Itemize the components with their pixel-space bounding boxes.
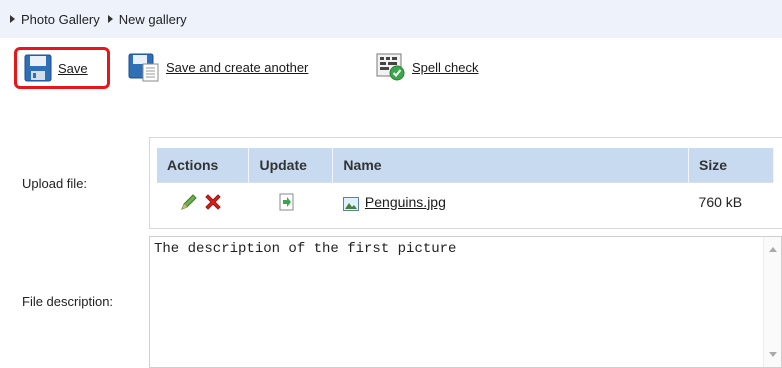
toolbar: Save Save and create another Spell check (0, 38, 782, 106)
save-and-create-another-label: Save and create another (166, 59, 309, 75)
table-row: Penguins.jpg 760 kB (157, 181, 774, 222)
files-table: Actions Update Name Size Penguins.jpg 76… (157, 148, 774, 222)
delete-x-icon[interactable] (203, 192, 223, 212)
upload-file-label: Upload file: (22, 176, 88, 191)
file-description-box: The description of the first picture (149, 236, 782, 368)
save-button-label: Save (58, 60, 88, 76)
floppy-disk-icon (24, 54, 52, 82)
file-description-textarea[interactable]: The description of the first picture (150, 237, 765, 367)
table-header-row: Actions Update Name Size (157, 148, 774, 182)
breadcrumb: Photo Gallery New gallery (0, 0, 782, 38)
column-header-update: Update (248, 148, 334, 182)
breadcrumb-label: New gallery (118, 11, 187, 27)
actions-cell (157, 181, 249, 222)
file-description-label: File description: (22, 294, 114, 309)
breadcrumb-label: Photo Gallery (21, 11, 100, 27)
edit-pencil-icon[interactable] (179, 192, 199, 212)
column-header-size: Size (688, 148, 774, 182)
name-cell: Penguins.jpg (332, 181, 689, 222)
size-cell: 760 kB (688, 181, 774, 222)
update-file-icon[interactable] (279, 193, 295, 211)
breadcrumb-item-new-gallery: New gallery (107, 11, 187, 27)
save-button[interactable]: Save (14, 47, 110, 89)
triangle-right-icon (10, 15, 15, 23)
file-name-link[interactable]: Penguins.jpg (365, 194, 446, 210)
description-scrollbar[interactable] (763, 237, 781, 367)
save-and-create-another-button[interactable]: Save and create another (128, 52, 308, 82)
spell-check-button[interactable]: Spell check (376, 52, 478, 82)
triangle-right-icon (107, 15, 113, 23)
column-header-name: Name (332, 148, 690, 182)
scroll-up-arrow-icon[interactable] (769, 247, 777, 252)
spell-check-label: Spell check (412, 59, 479, 75)
scroll-down-arrow-icon[interactable] (769, 352, 777, 357)
save-and-new-icon (128, 53, 159, 82)
breadcrumb-item-photo-gallery[interactable]: Photo Gallery (10, 12, 100, 27)
spell-check-icon (376, 53, 405, 81)
update-cell (248, 181, 333, 222)
image-file-icon (342, 196, 359, 211)
column-header-actions: Actions (157, 148, 250, 182)
